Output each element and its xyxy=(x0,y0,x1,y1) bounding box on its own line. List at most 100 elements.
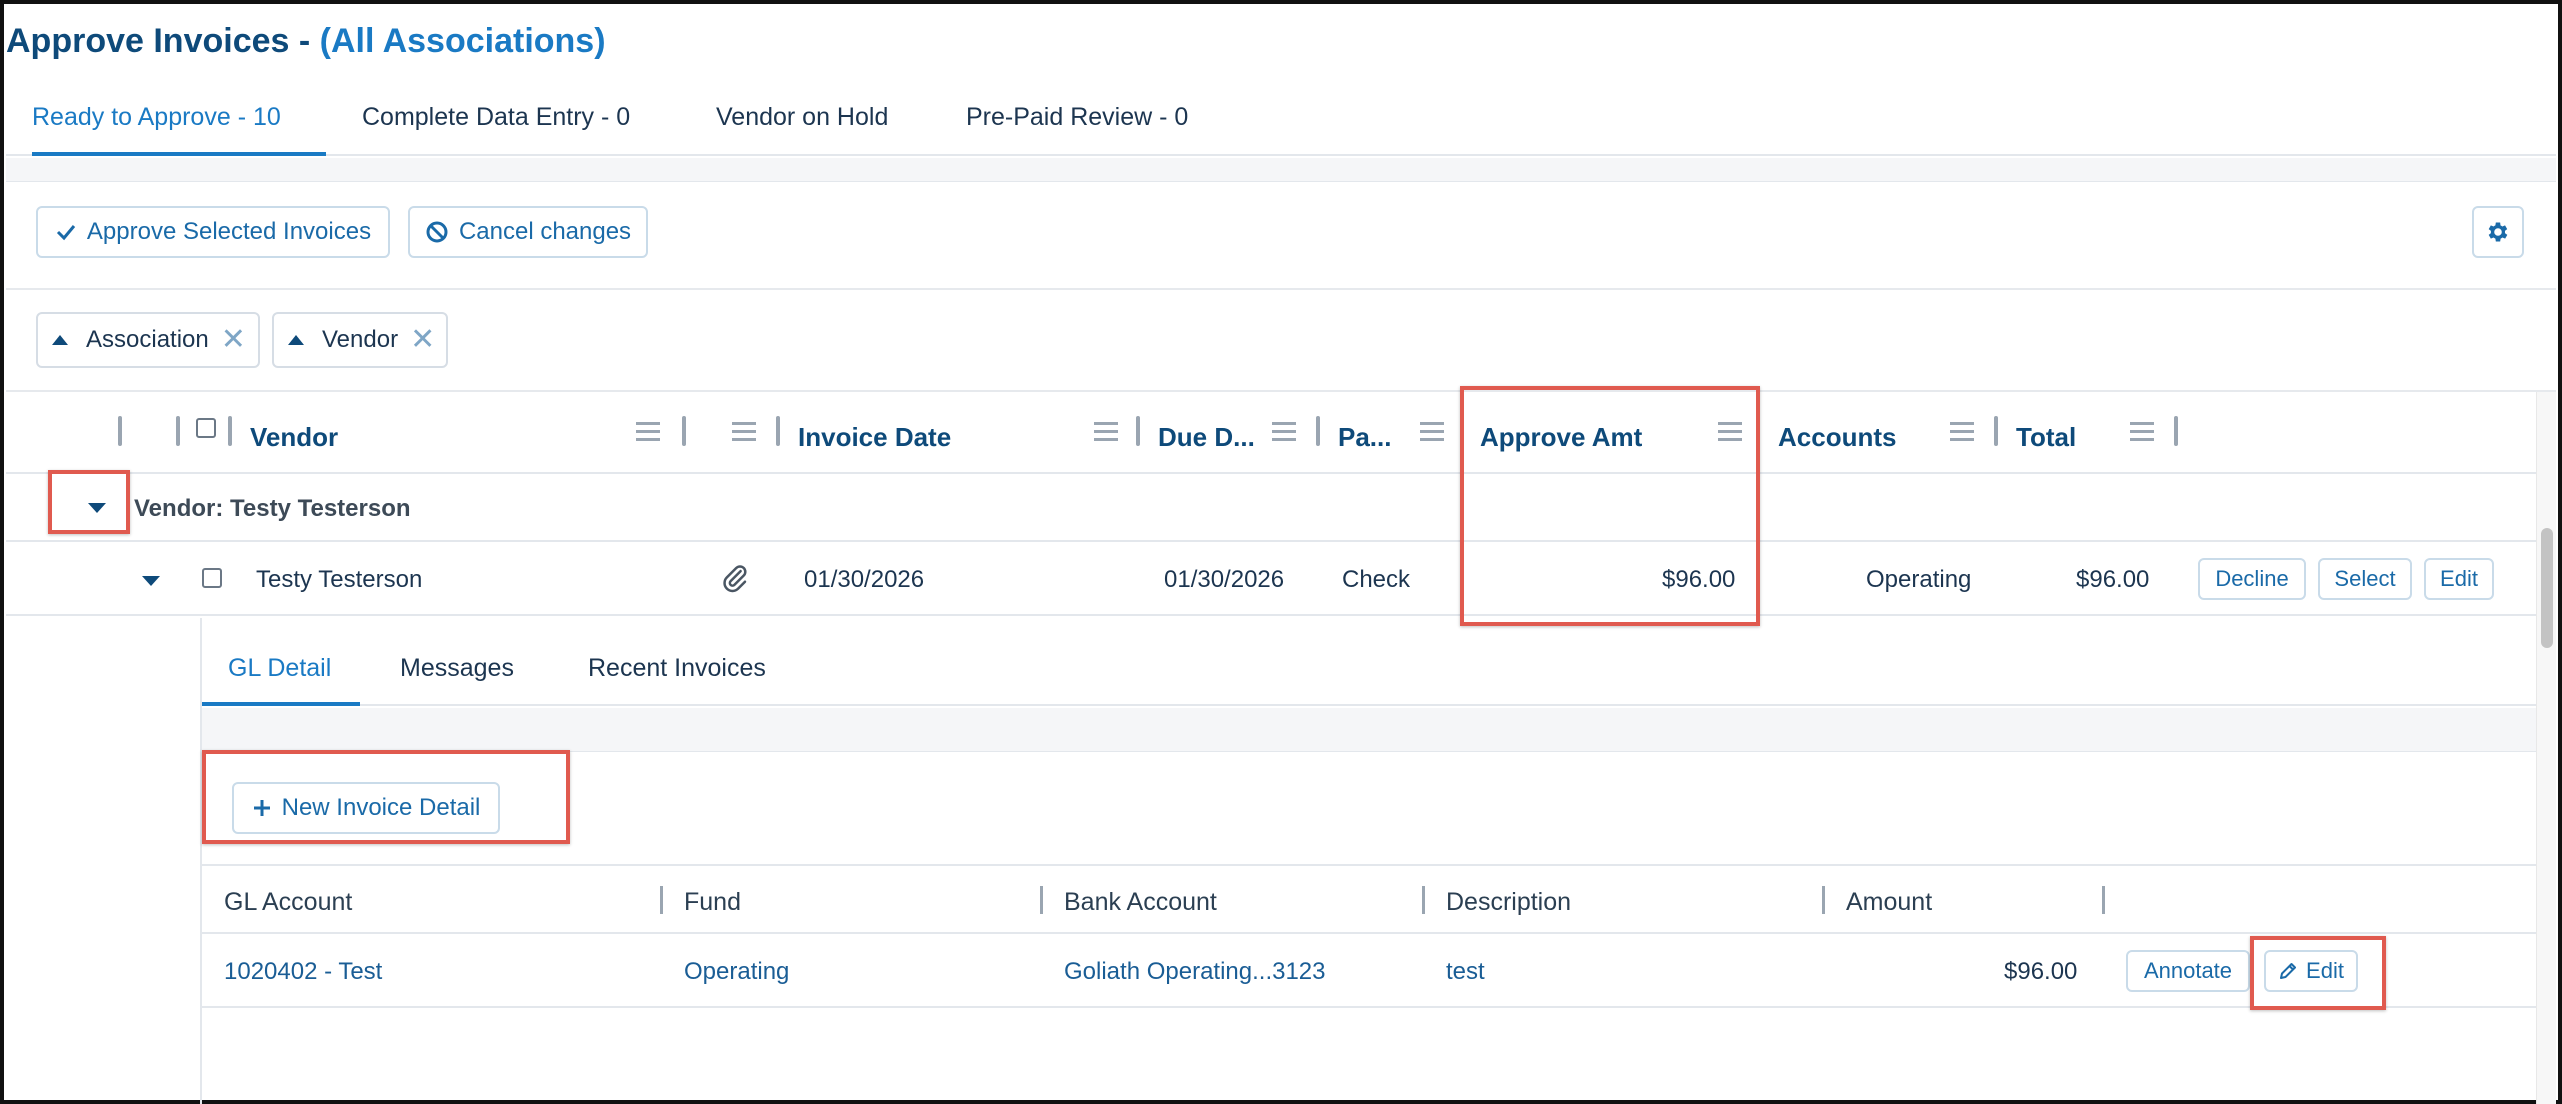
column-resizer[interactable] xyxy=(228,416,232,446)
cell-total: $96.00 xyxy=(2076,566,2150,593)
grid-scrollbar[interactable] xyxy=(2536,392,2556,1104)
column-resizer[interactable] xyxy=(118,416,122,446)
cell-accounts: Operating xyxy=(1866,566,1972,593)
divider xyxy=(6,288,2556,290)
new-invoice-detail-button[interactable]: New Invoice Detail xyxy=(232,782,500,834)
column-menu-icon[interactable] xyxy=(636,419,660,443)
cell-invoice-date: 01/30/2026 xyxy=(804,566,925,593)
detail-band xyxy=(202,708,2536,752)
column-resizer[interactable] xyxy=(1316,416,1320,446)
gl-column-amount[interactable]: Amount xyxy=(1846,888,1932,917)
cancel-changes-label: Cancel changes xyxy=(458,218,632,245)
edit-gl-detail-label: Edit xyxy=(2306,958,2344,983)
approve-selected-button[interactable]: Approve Selected Invoices xyxy=(36,206,390,258)
detail-tabs: GL Detail Messages Recent Invoices xyxy=(200,640,2536,706)
association-scope-link[interactable]: (All Associations) xyxy=(320,22,606,60)
tab-ready-to-approve[interactable]: Ready to Approve - 10 xyxy=(32,92,326,156)
collapse-group-icon[interactable] xyxy=(88,503,106,513)
ban-icon xyxy=(426,221,448,243)
page-title: Approve Invoices - (All Associations) xyxy=(6,22,606,61)
column-resizer[interactable] xyxy=(176,416,180,446)
column-resizer[interactable] xyxy=(2102,886,2105,914)
scrollbar-thumb[interactable] xyxy=(2541,528,2553,648)
gl-cell-amount: $96.00 xyxy=(2004,958,2078,985)
gl-cell-bank-account: Goliath Operating...3123 xyxy=(1064,958,1326,985)
column-menu-icon[interactable] xyxy=(1420,419,1444,443)
column-header-invoice-date[interactable]: Invoice Date xyxy=(798,422,951,453)
cell-vendor: Testy Testerson xyxy=(256,566,423,593)
column-resizer[interactable] xyxy=(2174,416,2178,446)
cancel-changes-button[interactable]: Cancel changes xyxy=(408,206,648,258)
column-header-due-date[interactable]: Due D... xyxy=(1158,422,1255,453)
gl-column-bank-account[interactable]: Bank Account xyxy=(1064,888,1217,917)
invoice-row: Testy Testerson 01/30/2026 01/30/2026 Ch… xyxy=(6,544,2536,616)
gl-column-fund[interactable]: Fund xyxy=(684,888,741,917)
column-menu-icon[interactable] xyxy=(732,419,756,443)
column-menu-icon[interactable] xyxy=(1718,419,1742,443)
tab-messages[interactable]: Messages xyxy=(400,654,514,706)
tab-complete-data-entry[interactable]: Complete Data Entry - 0 xyxy=(362,92,630,156)
plus-icon xyxy=(253,800,270,816)
column-menu-icon[interactable] xyxy=(2130,419,2154,443)
tab-gl-detail[interactable]: GL Detail xyxy=(202,654,360,706)
page-title-text: Approve Invoices - xyxy=(6,22,320,60)
column-resizer[interactable] xyxy=(776,416,780,446)
select-button[interactable]: Select xyxy=(2318,558,2412,600)
tab-recent-invoices[interactable]: Recent Invoices xyxy=(588,654,766,706)
close-icon[interactable]: ✕ xyxy=(221,325,246,355)
new-invoice-detail-label: New Invoice Detail xyxy=(281,794,481,821)
expand-row-icon[interactable] xyxy=(142,576,160,586)
gl-cell-description: test xyxy=(1446,958,1485,985)
pencil-icon xyxy=(2280,963,2297,979)
cell-due-date: 01/30/2026 xyxy=(1164,566,1285,593)
column-menu-icon[interactable] xyxy=(1272,419,1296,443)
grid-header: Vendor Invoice Date Due D... Pa... Appro… xyxy=(6,392,2536,474)
gl-column-gl-account[interactable]: GL Account xyxy=(224,888,352,917)
edit-invoice-button[interactable]: Edit xyxy=(2424,558,2494,600)
cell-payment: Check xyxy=(1342,566,1411,593)
gear-icon xyxy=(2488,222,2508,242)
column-menu-icon[interactable] xyxy=(1094,419,1118,443)
close-icon[interactable]: ✕ xyxy=(410,325,435,355)
group-label: Vendor: Testy Testerson xyxy=(134,495,411,522)
column-resizer[interactable] xyxy=(1422,886,1425,914)
status-tabs: Ready to Approve - 10 Complete Data Entr… xyxy=(6,92,2556,156)
column-resizer[interactable] xyxy=(1136,416,1140,446)
gl-cell-fund: Operating xyxy=(684,958,790,985)
edit-gl-detail-button[interactable]: Edit xyxy=(2264,950,2358,992)
sort-up-icon xyxy=(288,335,304,345)
column-header-accounts[interactable]: Accounts xyxy=(1778,422,1896,453)
annotate-button[interactable]: Annotate xyxy=(2126,950,2250,992)
column-header-payment[interactable]: Pa... xyxy=(1338,422,1391,453)
paperclip-icon[interactable] xyxy=(720,562,750,594)
settings-button[interactable] xyxy=(2472,206,2524,258)
gl-row: 1020402 - Test Operating Goliath Operati… xyxy=(202,934,2536,1008)
column-resizer[interactable] xyxy=(1822,886,1825,914)
decline-button[interactable]: Decline xyxy=(2198,558,2306,600)
column-resizer[interactable] xyxy=(1994,416,1998,446)
column-resizer[interactable] xyxy=(682,416,686,446)
gl-table-header: GL Account Fund Bank Account Description… xyxy=(202,864,2536,934)
column-resizer[interactable] xyxy=(1040,886,1043,914)
toolbar-band xyxy=(6,158,2556,182)
group-row-vendor: Vendor: Testy Testerson xyxy=(6,476,2536,542)
gl-column-description[interactable]: Description xyxy=(1446,888,1571,917)
group-chip-association[interactable]: Association ✕ xyxy=(36,312,260,368)
gl-cell-account[interactable]: 1020402 - Test xyxy=(224,958,382,986)
group-chip-label: Vendor xyxy=(322,326,399,353)
column-resizer[interactable] xyxy=(660,886,663,914)
group-chip-vendor[interactable]: Vendor ✕ xyxy=(272,312,448,368)
column-menu-icon[interactable] xyxy=(1950,419,1974,443)
cell-approve-amt[interactable]: $96.00 xyxy=(1662,566,1735,594)
column-header-approve-amt[interactable]: Approve Amt xyxy=(1480,422,1642,453)
select-all-checkbox[interactable] xyxy=(196,418,216,438)
tab-vendor-on-hold[interactable]: Vendor on Hold xyxy=(716,92,888,156)
column-header-vendor[interactable]: Vendor xyxy=(250,422,338,453)
column-header-total[interactable]: Total xyxy=(2016,422,2076,453)
approve-selected-label: Approve Selected Invoices xyxy=(86,218,372,245)
group-chip-label: Association xyxy=(86,326,209,353)
row-checkbox[interactable] xyxy=(202,568,222,588)
tab-pre-paid-review[interactable]: Pre-Paid Review - 0 xyxy=(966,92,1188,156)
sort-up-icon xyxy=(52,335,68,345)
check-icon xyxy=(56,225,76,241)
